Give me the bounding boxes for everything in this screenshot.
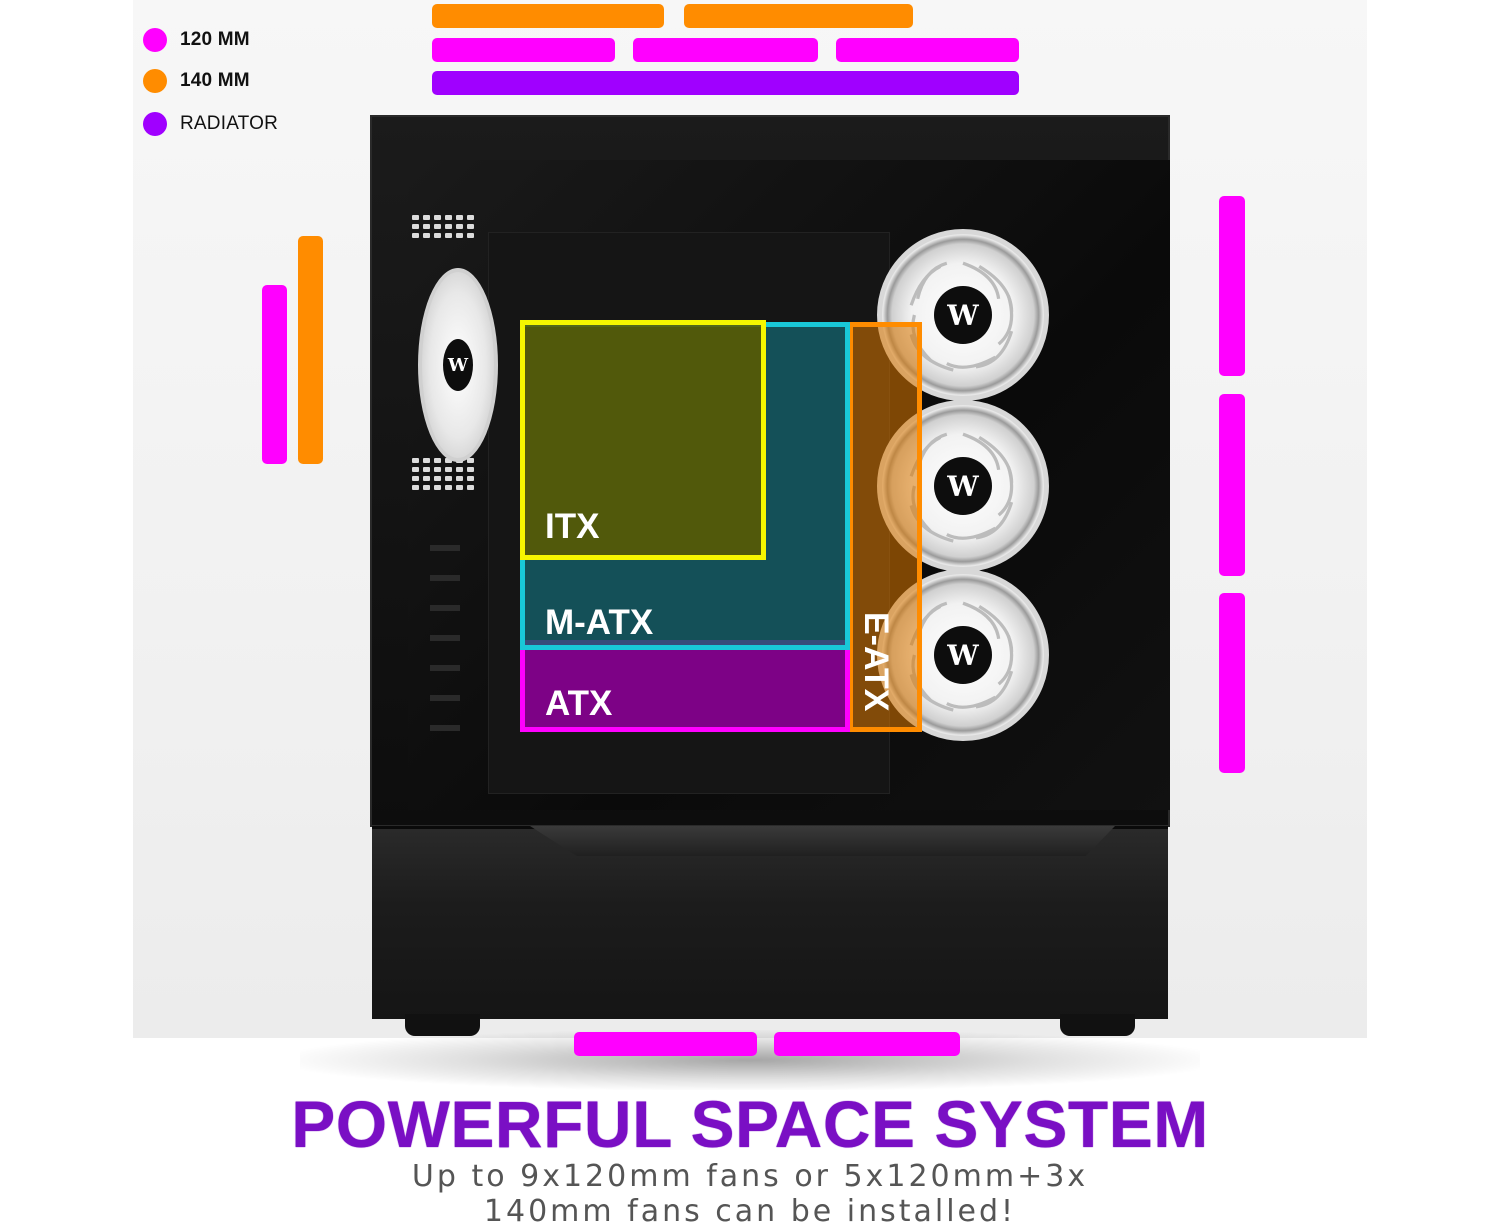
headline: POWERFUL SPACE SYSTEM bbox=[291, 1087, 1209, 1161]
fan-logo-icon: W bbox=[934, 457, 992, 515]
legend-label-radiator: RADIATOR bbox=[180, 113, 279, 134]
fan-logo-icon: W bbox=[934, 286, 992, 344]
top-120mm-bar-1 bbox=[432, 38, 615, 62]
legend-dot-radiator bbox=[143, 112, 167, 136]
bottom-120mm-bar-2 bbox=[774, 1032, 960, 1056]
itx-label: ITX bbox=[545, 507, 600, 546]
shroud-lip bbox=[530, 826, 1115, 856]
eatx-label: E-ATX bbox=[857, 612, 895, 712]
subtitle-line-1: Up to 9x120mm fans or 5x120mm+3x bbox=[411, 1159, 1089, 1194]
subtitle-line-2: 140mm fans can be installed! bbox=[483, 1194, 1017, 1229]
fan-logo-icon: W bbox=[443, 339, 473, 391]
pcie-slot bbox=[430, 635, 460, 641]
pcie-slot bbox=[430, 695, 460, 701]
fan-logo-icon: W bbox=[934, 626, 992, 684]
legend-item-120mm: 120 MM bbox=[143, 28, 250, 52]
bottom-120mm-bar-1 bbox=[574, 1032, 757, 1056]
top-140mm-bar-2 bbox=[684, 4, 913, 28]
pcie-slot bbox=[430, 545, 460, 551]
front-120mm-bar-2 bbox=[1219, 394, 1245, 576]
legend-dot-120mm bbox=[143, 28, 167, 52]
case-foot-right bbox=[1060, 1014, 1135, 1036]
rear-140mm-bar bbox=[298, 236, 323, 464]
atx-label: ATX bbox=[545, 684, 613, 723]
legend-item-140mm: 140 MM bbox=[143, 69, 250, 93]
rear-vent-bottom bbox=[412, 458, 474, 490]
top-120mm-bar-2 bbox=[633, 38, 818, 62]
pcie-slot bbox=[430, 605, 460, 611]
pcie-slot bbox=[430, 665, 460, 671]
rear-vent-top bbox=[412, 215, 474, 238]
legend-dot-140mm bbox=[143, 69, 167, 93]
legend-label-140mm: 140 MM bbox=[180, 70, 250, 91]
rear-fan: W bbox=[418, 268, 498, 462]
matx-label: M-ATX bbox=[545, 603, 654, 642]
pcie-slot bbox=[430, 575, 460, 581]
pcie-slot bbox=[430, 725, 460, 731]
legend-label-120mm: 120 MM bbox=[180, 29, 250, 50]
top-120mm-bar-3 bbox=[836, 38, 1019, 62]
front-120mm-bar-3 bbox=[1219, 593, 1245, 773]
front-120mm-bar-1 bbox=[1219, 196, 1245, 376]
case-foot-left bbox=[405, 1014, 480, 1036]
rear-120mm-bar bbox=[262, 285, 287, 464]
top-140mm-bar-1 bbox=[432, 4, 664, 28]
top-radiator-bar bbox=[432, 71, 1019, 95]
legend-item-radiator: RADIATOR bbox=[143, 112, 278, 136]
